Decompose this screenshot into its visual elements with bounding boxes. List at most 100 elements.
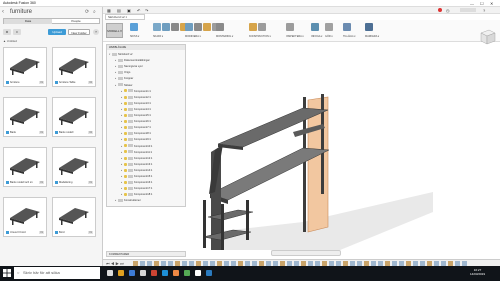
comments-panel[interactable]: KOMMENTARER [106,251,186,257]
tool-icon[interactable] [286,23,294,31]
navigation-bar[interactable] [271,250,341,256]
taskbar-search[interactable]: Skriv här för att söka [14,267,100,279]
visibility-bulb-icon[interactable] [124,132,127,136]
file-card[interactable]: Modellering V1 [52,147,96,187]
tool-group-label[interactable]: INSPEKTERA ▾ [286,35,304,38]
taskbar-app-icon[interactable] [162,270,168,276]
visibility-bulb-icon[interactable] [124,150,127,154]
redo-icon[interactable]: ↷ [145,8,148,13]
tree-component[interactable]: ▸ Komponent16:1 [121,180,152,185]
tool-group-label[interactable]: MARKERA ▾ [365,35,379,38]
visibility-bulb-icon[interactable] [124,107,127,111]
visibility-bulb-icon[interactable] [124,89,127,93]
file-card[interactable]: Bank V1 [3,97,47,137]
tree-component[interactable]: ▸ Komponent8:1 [121,131,151,136]
tree-component[interactable]: ▸ Komponent3:1 [121,101,151,106]
tree-item[interactable]: ▸ Konstruktioner [115,198,141,203]
tree-item[interactable]: ▸ Skisser [115,83,133,88]
taskbar-app-icon[interactable] [118,270,124,276]
tree-item[interactable]: ▸ Origo [115,70,130,75]
tool-icon[interactable] [325,23,333,31]
file-card[interactable]: Ursus III bord V1 [3,197,47,237]
tree-component[interactable]: ▸ Komponent7:1 [121,125,151,130]
windows-start-icon[interactable] [3,269,11,277]
tool-icon[interactable] [343,23,351,31]
taskbar-app-icon[interactable] [107,270,113,276]
visibility-bulb-icon[interactable] [124,193,127,197]
back-arrow-icon[interactable]: ‹ [2,9,4,15]
maximize-button[interactable]: ☐ [480,1,484,6]
tool-group-label[interactable]: GÖR ▾ [325,35,333,38]
tab-data[interactable]: Data [4,19,52,24]
visibility-bulb-icon[interactable] [124,187,127,190]
tool-icon[interactable] [216,23,224,31]
save-icon[interactable]: ▣ [127,8,131,13]
undo-icon[interactable]: ↶ [137,8,140,13]
file-icon[interactable]: ▤ [117,8,121,13]
help-icon[interactable]: ? [93,29,99,35]
tab-people[interactable]: People [52,19,100,24]
file-card[interactable]: furniture V1 [3,47,47,87]
tool-icon[interactable] [153,23,161,31]
taskbar-app-icon[interactable] [195,270,201,276]
grid-menu-icon[interactable]: ▦ [107,8,111,13]
visibility-bulb-icon[interactable] [124,180,127,184]
tool-group-label[interactable]: KONSTRUKTION ▾ [249,35,271,38]
file-card[interactable]: furniture Table V2 [52,47,96,87]
visibility-bulb-icon[interactable] [124,156,127,160]
visibility-bulb-icon[interactable] [124,119,127,123]
list-view-icon[interactable]: ≡ [13,29,21,35]
visibility-bulb-icon[interactable] [124,95,127,99]
user-account[interactable] [460,8,476,12]
tree-root[interactable]: ▾ Skrivbord v2 [109,52,132,57]
tool-icon[interactable] [249,23,257,31]
tool-icon[interactable] [185,23,193,31]
help-icon[interactable]: ? [483,8,485,13]
tree-component[interactable]: ▸ Komponent10:1 [121,144,152,149]
tool-icon[interactable] [171,23,179,31]
tool-group-label[interactable]: INFOGA ▾ [311,35,322,38]
tool-icon[interactable] [365,23,373,31]
visibility-bulb-icon[interactable] [124,174,127,178]
taskbar-app-icon[interactable] [151,270,157,276]
tree-component[interactable]: ▸ Komponent4:1 [121,107,151,112]
tree-component[interactable]: ▸ Komponent9:1 [121,137,151,142]
tree-component[interactable]: ▸ Komponent15:1 [121,174,152,179]
tool-group-label[interactable]: TILLÄGG ▾ [343,35,356,38]
workspace-switcher[interactable]: MODELL ▾ [106,23,123,38]
system-clock[interactable]: 16:27 14/03/2019 [470,268,485,276]
tool-group-label[interactable]: SKISS ▾ [130,35,139,38]
taskbar-app-icon[interactable] [129,270,135,276]
tool-group-label[interactable]: MONTERING ▾ [216,35,233,38]
visibility-bulb-icon[interactable] [124,113,127,117]
tree-component[interactable]: ▸ Komponent17:1 [121,186,152,191]
tree-component[interactable]: ▸ Komponent14:1 [121,168,152,173]
clock-icon[interactable]: ◷ [446,8,450,13]
taskbar-app-icon[interactable] [140,270,146,276]
tool-group-label[interactable]: MODIFIERA ▾ [185,35,201,38]
settings-icon[interactable]: ⚙ [3,29,11,35]
tree-component[interactable]: ▸ Komponent18:1 [121,192,152,197]
tool-icon[interactable] [130,23,138,31]
viewcube[interactable] [475,26,497,48]
tree-component[interactable]: ▸ Komponent12:1 [121,156,152,161]
tool-group-label[interactable]: SKAPA ▾ [153,35,163,38]
close-button[interactable]: ✕ [490,1,493,6]
taskbar-app-icon[interactable] [206,270,212,276]
tree-component[interactable]: ▸ Komponent11:1 [121,150,152,155]
visibility-bulb-icon[interactable] [124,138,127,142]
refresh-icon[interactable]: ⟳ [85,9,89,15]
tool-icon[interactable] [203,23,211,31]
tool-icon[interactable] [311,23,319,31]
file-card[interactable]: Bank modell och s1 V1 [3,147,47,187]
visibility-bulb-icon[interactable] [124,162,127,166]
visibility-bulb-icon[interactable] [124,126,127,129]
tool-icon[interactable] [162,23,170,31]
tree-item[interactable]: ▸ Namngivna vyer [115,64,143,69]
visibility-bulb-icon[interactable] [124,144,127,148]
tree-component[interactable]: ▸ Komponent6:1 [121,119,151,124]
new-folder-button[interactable]: New Folder [68,29,90,35]
tree-component[interactable]: ▸ Komponent1:1 [121,89,151,94]
tool-icon[interactable] [258,23,266,31]
minimize-button[interactable]: — [470,1,474,6]
